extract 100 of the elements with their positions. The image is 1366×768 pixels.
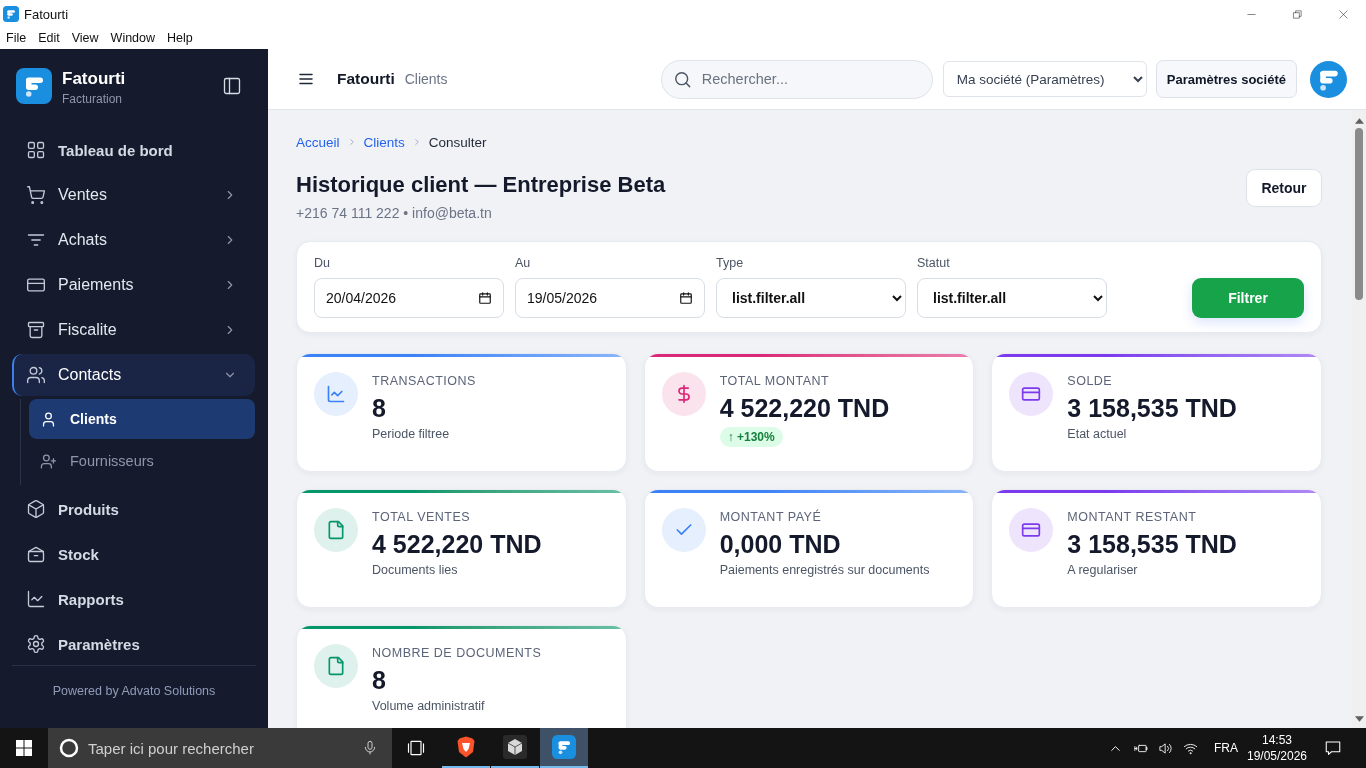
nav-item[interactable]: Paiements — [12, 264, 255, 306]
notification-icon — [1324, 739, 1342, 757]
stat-label: MONTANT RESTANT — [1067, 509, 1198, 525]
credit-card-icon — [1009, 508, 1054, 552]
stat-value: 0,000 TND — [719, 529, 842, 560]
app-name: Fatourti — [337, 70, 395, 88]
client-contact: +216 74 111 222 • info@beta.tn — [296, 204, 493, 223]
company-settings-button[interactable]: Paramètres société — [1155, 60, 1297, 98]
stat-note: A regulariser — [1067, 562, 1139, 579]
stat-note: Paiements enregistrés sur documents — [719, 562, 930, 579]
nav-subitem[interactable]: Clients — [29, 399, 255, 439]
user-icon — [40, 410, 57, 428]
menu-item[interactable]: File — [0, 28, 33, 49]
stat-value: 8 — [372, 393, 387, 424]
archive-icon — [26, 320, 46, 340]
panel-icon — [222, 76, 242, 96]
stat-label: TOTAL MONTANT — [719, 373, 831, 389]
storage-box-icon — [26, 544, 46, 564]
gear-icon — [26, 634, 46, 654]
scrollbar-thumb[interactable] — [1355, 128, 1363, 300]
company-select[interactable]: Ma société (Paramètres) — [942, 61, 1147, 97]
dashboard-icon — [26, 140, 46, 160]
logo-icon — [3, 6, 19, 22]
line-chart-icon — [314, 372, 358, 416]
nav-item[interactable]: Rapports — [12, 578, 255, 620]
menu-item[interactable]: View — [65, 28, 105, 49]
nav-item[interactable]: Tableau de bord — [12, 129, 255, 171]
nav-item[interactable]: Stock — [12, 533, 255, 575]
menu-item[interactable]: Window — [104, 28, 162, 49]
taskbar-app-button[interactable] — [540, 728, 588, 768]
scrollbar[interactable] — [1352, 110, 1366, 728]
stat-label: SOLDE — [1067, 373, 1114, 389]
clock-date[interactable]: 19/05/2026 — [1246, 748, 1308, 764]
brand-name: Fatourti — [62, 69, 126, 89]
nav-item[interactable]: Fiscalite — [12, 309, 255, 351]
window-title: Fatourti — [24, 6, 69, 22]
users-icon — [26, 365, 46, 385]
stat-note: Periode filtree — [372, 426, 451, 443]
restore-icon — [1291, 8, 1303, 20]
calendar-icon — [478, 291, 492, 305]
section-title: Clients — [404, 71, 448, 87]
task-view-icon — [406, 738, 426, 758]
check-icon — [661, 508, 706, 552]
date-field[interactable]: 20/04/2026 — [314, 278, 504, 318]
windows-logo-icon — [16, 740, 32, 756]
filter-select[interactable]: list.filter.all — [917, 278, 1107, 318]
stat-value: 4 522,220 TND — [372, 529, 542, 560]
back-button[interactable]: Retour — [1246, 169, 1322, 207]
nav-item[interactable]: Paramètres — [12, 623, 255, 665]
field-label: Du — [314, 255, 331, 271]
stat-label: MONTANT PAYÉ — [719, 509, 823, 525]
stat-value: 4 522,220 TND — [719, 393, 890, 424]
user-plus-icon — [40, 452, 57, 470]
nav-item[interactable]: Contacts — [12, 354, 255, 396]
document-icon — [314, 644, 358, 688]
taskbar-search-field[interactable]: Taper ici pour rechercher — [48, 728, 392, 768]
dollar-icon — [661, 372, 706, 416]
filter-select[interactable]: list.filter.all — [716, 278, 906, 318]
credit-card-icon — [1009, 372, 1054, 416]
breadcrumb-link[interactable]: Accueil — [296, 134, 340, 150]
microphone-icon — [362, 740, 378, 756]
footer-text: Powered by Advato Solutions — [52, 684, 216, 698]
stat-note: Documents lies — [372, 562, 459, 579]
menu-item[interactable]: Help — [161, 28, 199, 49]
document-icon — [314, 508, 358, 552]
nav-subitem[interactable]: Fournisseurs — [29, 441, 255, 481]
sidebar-toggle-button[interactable] — [222, 76, 242, 96]
cart-icon — [26, 185, 46, 205]
scroll-up-icon[interactable] — [1354, 118, 1364, 124]
input-language[interactable]: FRA — [1211, 741, 1241, 755]
page-title: Historique client — Entreprise Beta — [296, 171, 666, 199]
stat-value: 3 158,535 TND — [1067, 393, 1237, 424]
brand-subtitle: Facturation — [62, 91, 124, 107]
logo-icon — [16, 68, 52, 104]
date-field[interactable]: 19/05/2026 — [515, 278, 705, 318]
field-label: Au — [515, 255, 532, 271]
clock-time[interactable]: 14:53 — [1262, 732, 1292, 748]
avatar-icon[interactable] — [1310, 60, 1347, 98]
search-field[interactable]: Rechercher... — [660, 59, 933, 99]
stat-label: TOTAL VENTES — [372, 509, 472, 525]
nav-item[interactable]: Produits — [12, 488, 255, 530]
nav-item[interactable]: Ventes — [12, 174, 255, 216]
cube-icon — [503, 735, 527, 759]
breadcrumb-current: Consulter — [428, 134, 487, 150]
calendar-icon — [679, 291, 693, 305]
line-chart-icon — [26, 589, 46, 609]
stat-label: NOMBRE DE DOCUMENTS — [372, 645, 542, 661]
stat-value: 8 — [372, 665, 387, 696]
growth-badge: ↑ +130% — [719, 427, 783, 447]
stat-note: Etat actuel — [1067, 426, 1128, 443]
stat-note: Volume administratif — [372, 698, 486, 715]
search-icon — [672, 69, 692, 89]
breadcrumb-link[interactable]: Clients — [363, 134, 405, 150]
stat-value: 3 158,535 TND — [1067, 529, 1237, 560]
menu-item[interactable]: Edit — [32, 28, 66, 49]
field-label: Type — [716, 255, 745, 271]
field-label: Statut — [917, 255, 951, 271]
nav-item[interactable]: Achats — [12, 219, 255, 261]
scroll-down-icon[interactable] — [1354, 716, 1364, 722]
close-icon — [1337, 8, 1349, 20]
